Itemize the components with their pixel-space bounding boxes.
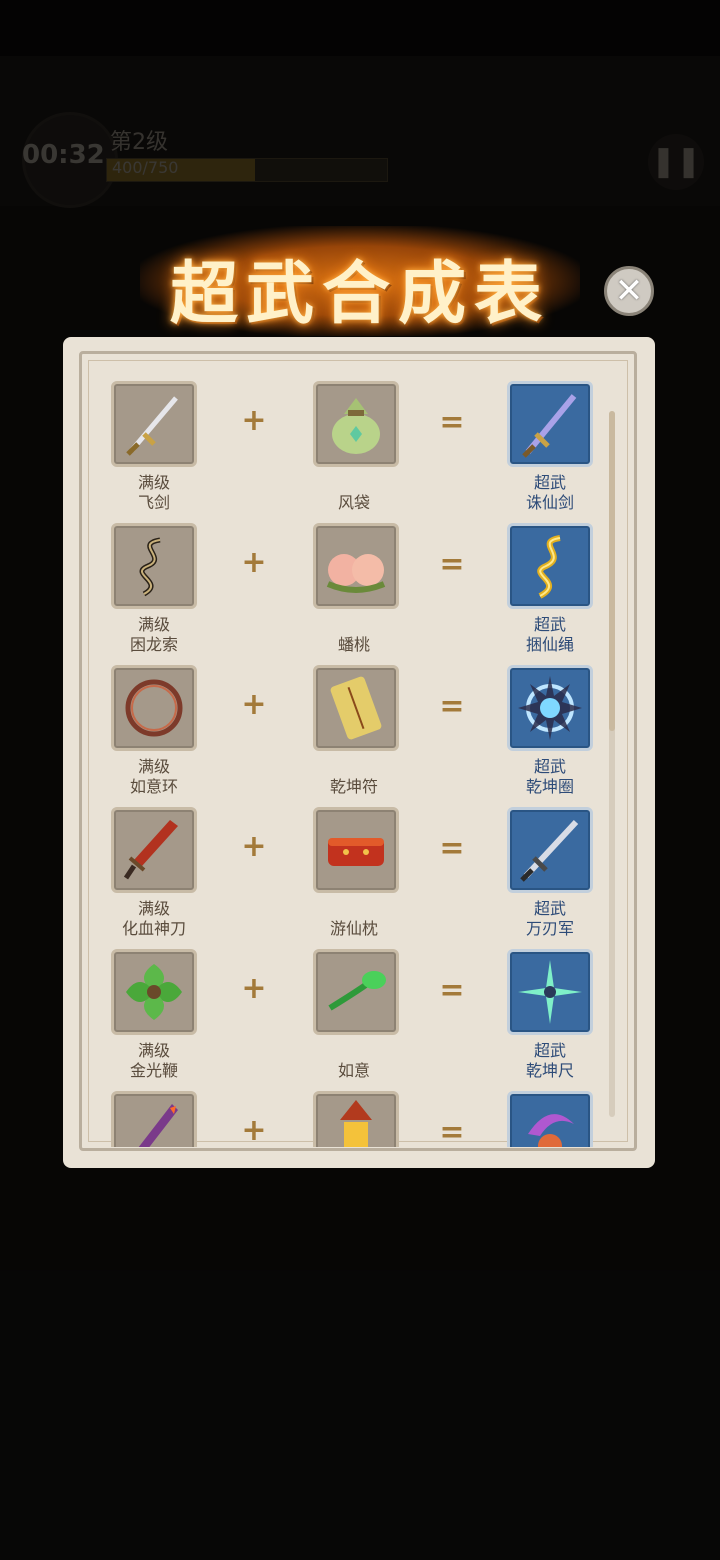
weapon-slot (111, 523, 197, 609)
ruyi-scepter-icon (328, 971, 386, 1011)
material-slot (313, 381, 399, 467)
star-blade-icon (518, 960, 582, 1024)
material-slot (313, 807, 399, 893)
modal-title: 超武合成表 (169, 254, 550, 334)
material-name-label: 如意 (337, 1061, 370, 1080)
result-slot (507, 665, 593, 751)
equals-sign: = (439, 1115, 465, 1147)
recipe-row: + = 满级 如意环 乾坤符 超武 乾坤圈 (93, 661, 613, 803)
result-slot (507, 949, 593, 1035)
weapon-slot (111, 949, 197, 1035)
material-slot (313, 949, 399, 1035)
recipe-list[interactable]: + = 满级 飞剑 风袋 超武 诛仙剑 + = 满级 困龙索 蟠桃 超武 捆仙绳 + = 满级 如意环 乾坤符 超武乾… (93, 377, 643, 1147)
scrollbar[interactable] (609, 411, 615, 1117)
result-name-label: 诛仙剑 (525, 493, 574, 512)
recipe-panel: + = 满级 飞剑 风袋 超武 诛仙剑 + = 满级 困龙索 蟠桃 超武 捆仙绳 + = 满级 如意环 乾坤符 超武乾… (63, 337, 655, 1168)
close-icon: ✕ (614, 271, 644, 311)
qiankun-circle-icon (518, 676, 582, 740)
weapon-name-label: 困龙索 (129, 635, 178, 654)
talisman-scroll-icon (330, 676, 382, 740)
pillow-icon (328, 838, 384, 866)
weapon-level-label: 满级 (137, 615, 170, 634)
weapon-name-label: 如意环 (129, 777, 178, 796)
result-name-label: 乾坤尺 (525, 1061, 574, 1080)
weapon-slot (111, 665, 197, 751)
flying-sword-icon (126, 396, 178, 456)
result-tier-label: 超武 (533, 899, 566, 918)
equals-sign: = (439, 547, 465, 582)
peach-icon (326, 554, 386, 593)
weapon-level-label: 满级 (137, 1041, 170, 1060)
result-slot (507, 523, 593, 609)
equals-sign: = (439, 831, 465, 866)
material-name-label: 游仙枕 (329, 919, 378, 938)
result-slot (507, 381, 593, 467)
weapon-slot (111, 1091, 197, 1147)
plus-sign: + (241, 403, 267, 438)
result-tier-label: 超武 (533, 615, 566, 634)
result-name-label: 乾坤圈 (525, 777, 574, 796)
equals-sign: = (439, 973, 465, 1008)
weapon-level-label: 满级 (137, 473, 170, 492)
result-tier-label: 超武 (533, 757, 566, 776)
recipe-row: + = 满级 飞剑 风袋 超武 诛仙剑 (93, 377, 613, 519)
plus-sign: + (241, 1113, 267, 1147)
weapon-level-label: 满级 (137, 757, 170, 776)
equals-sign: = (439, 405, 465, 440)
result-tier-label: 超武 (533, 1041, 566, 1060)
zhuxian-sword-icon (522, 394, 577, 458)
dragon-rope-icon (139, 537, 161, 597)
wind-bag-icon (332, 398, 380, 454)
weapon-name-label: 化血神刀 (121, 919, 186, 938)
material-name-label: 风袋 (337, 493, 370, 512)
weapon-name-label: 飞剑 (137, 493, 170, 512)
recipe-row: + = (93, 1087, 613, 1147)
crescent-orb-icon (528, 1114, 574, 1147)
scrollbar-thumb[interactable] (609, 411, 615, 731)
lantern-icon (340, 1100, 372, 1147)
recipe-row: + = 满级 金光鞭 如意 超武 乾坤尺 (93, 945, 613, 1087)
plus-sign: + (241, 545, 267, 580)
material-slot (313, 523, 399, 609)
ring-icon (125, 679, 183, 737)
result-tier-label: 超武 (533, 473, 566, 492)
material-name-label: 蟠桃 (337, 635, 370, 654)
recipe-row: + = 满级 困龙索 蟠桃 超武 捆仙绳 (93, 519, 613, 661)
flame-blade-icon (138, 1104, 178, 1147)
weapon-level-label: 满级 (137, 899, 170, 918)
equals-sign: = (439, 689, 465, 724)
weapon-slot (111, 807, 197, 893)
shuriken-icon (126, 964, 182, 1020)
plus-sign: + (241, 829, 267, 864)
result-name-label: 万刃军 (525, 919, 574, 938)
result-slot (507, 1091, 593, 1147)
weapon-name-label: 金光鞭 (129, 1061, 178, 1080)
result-slot (507, 807, 593, 893)
plus-sign: + (241, 687, 267, 722)
material-name-label: 乾坤符 (329, 777, 378, 796)
material-slot (313, 1091, 399, 1147)
material-slot (313, 665, 399, 751)
immortal-rope-icon (537, 535, 561, 599)
blood-blade-icon (123, 820, 178, 880)
result-name-label: 捆仙绳 (525, 635, 574, 654)
blade-army-icon (520, 819, 579, 882)
close-button[interactable]: ✕ (604, 266, 654, 316)
recipe-row: + = 满级 化血神刀 游仙枕 超武 万刃军 (93, 803, 613, 945)
plus-sign: + (241, 971, 267, 1006)
weapon-slot (111, 381, 197, 467)
